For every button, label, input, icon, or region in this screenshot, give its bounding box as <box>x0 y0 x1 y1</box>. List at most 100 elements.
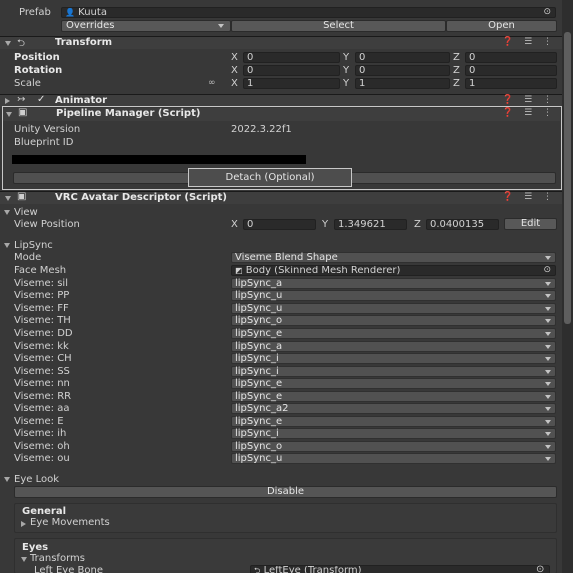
viseme-label: Viseme: kk <box>14 340 69 352</box>
descriptor-header[interactable]: ▣ VRC Avatar Descriptor (Script) ❓ ☰ ⋮ <box>0 191 562 204</box>
viseme-label: Viseme: FF <box>14 302 69 314</box>
viseme-dropdown[interactable]: lipSync_u <box>231 302 556 314</box>
viseme-value: lipSync_a2 <box>235 403 289 415</box>
viseme-row: Viseme: E lipSync_e <box>0 415 562 428</box>
scale-x-field[interactable]: 1 <box>243 77 340 89</box>
open-button[interactable]: Open <box>446 20 557 33</box>
object-picker-icon[interactable]: ⊙ <box>536 564 544 573</box>
viseme-dropdown[interactable]: lipSync_i <box>231 365 556 377</box>
transform-icon: ⮌ <box>254 566 261 573</box>
presets-icon[interactable]: ☰ <box>524 37 532 47</box>
face-mesh-field[interactable]: ◩ Body (Skinned Mesh Renderer) ⊙ <box>231 264 556 276</box>
foldout-icon[interactable] <box>4 477 10 482</box>
component-actions: ❓ ☰ ⋮ <box>502 95 552 105</box>
foldout-icon[interactable] <box>4 243 10 248</box>
position-z-field[interactable]: 0 <box>465 51 557 63</box>
viseme-dropdown[interactable]: lipSync_e <box>231 378 556 390</box>
mode-label: Mode <box>14 251 42 263</box>
viseme-dropdown[interactable]: lipSync_u <box>231 290 556 302</box>
presets-icon[interactable]: ☰ <box>524 192 532 202</box>
prefab-field[interactable]: 👤 Kuuta ⊙ <box>61 6 556 18</box>
viseme-dropdown[interactable]: lipSync_a <box>231 340 556 352</box>
position-row: Position X 0 Y 0 Z 0 <box>0 51 562 64</box>
foldout-icon[interactable] <box>6 112 12 117</box>
viseme-dropdown[interactable]: lipSync_o <box>231 440 556 452</box>
viseme-dropdown[interactable]: lipSync_e <box>231 327 556 339</box>
view-z-field[interactable]: 0.0400135 <box>426 218 499 230</box>
viseme-row: Viseme: sil lipSync_a <box>0 277 562 290</box>
menu-icon[interactable]: ⋮ <box>543 108 552 118</box>
viseme-row: Viseme: CH lipSync_i <box>0 352 562 365</box>
help-icon[interactable]: ❓ <box>502 37 513 47</box>
view-label: View <box>14 206 38 218</box>
eye-movements-label[interactable]: Eye Movements <box>30 517 110 528</box>
scrollbar[interactable] <box>562 0 573 573</box>
view-y-field[interactable]: 1.349621 <box>334 218 407 230</box>
viseme-dropdown[interactable]: lipSync_u <box>231 453 556 465</box>
chevron-down-icon <box>545 294 551 299</box>
pipeline-header[interactable]: ▣ Pipeline Manager (Script) ❓ ☰ ⋮ <box>3 107 560 121</box>
viseme-dropdown[interactable]: lipSync_a <box>231 277 556 289</box>
enabled-checkbox[interactable]: ✓ <box>37 94 45 105</box>
mode-dropdown[interactable]: Viseme Blend Shape <box>231 251 556 263</box>
view-foldout[interactable]: View <box>0 206 562 219</box>
foldout-icon[interactable] <box>5 196 11 201</box>
viseme-value: lipSync_i <box>235 428 279 440</box>
eye-look-foldout[interactable]: Eye Look <box>0 473 562 486</box>
mode-value: Viseme Blend Shape <box>235 251 338 263</box>
foldout-icon[interactable] <box>5 41 11 46</box>
viseme-dropdown[interactable]: lipSync_e <box>231 390 556 402</box>
rotation-y-field[interactable]: 0 <box>355 64 450 76</box>
scale-y-field[interactable]: 1 <box>355 77 450 89</box>
viseme-label: Viseme: TH <box>14 315 71 327</box>
position-x-field[interactable]: 0 <box>243 51 340 63</box>
chevron-down-icon <box>545 255 551 260</box>
component-actions: ❓ ☰ ⋮ <box>502 37 552 47</box>
view-x-field[interactable]: 0 <box>243 218 316 230</box>
viseme-dropdown[interactable]: lipSync_i <box>231 428 556 440</box>
view-position-row: View Position X 0 Y 1.349621 Z 0.0400135… <box>0 218 562 231</box>
foldout-icon[interactable] <box>5 98 10 104</box>
lipsync-foldout[interactable]: LipSync <box>0 239 562 252</box>
transforms-label[interactable]: Transforms <box>30 553 85 564</box>
viseme-label: Viseme: PP <box>14 290 70 302</box>
left-eye-bone-field[interactable]: ⮌ LeftEye (Transform) <box>250 565 550 573</box>
rotation-z-field[interactable]: 0 <box>465 64 557 76</box>
edit-button[interactable]: Edit <box>504 218 557 231</box>
select-button[interactable]: Select <box>231 20 446 33</box>
object-picker-icon[interactable]: ⊙ <box>543 266 551 275</box>
animator-title: Animator <box>55 95 108 106</box>
foldout-icon[interactable] <box>21 521 26 527</box>
unity-version-label: Unity Version <box>14 123 81 135</box>
viseme-dropdown[interactable]: lipSync_o <box>231 315 556 327</box>
transform-header[interactable]: ⮌ Transform ❓ ☰ ⋮ <box>0 36 562 49</box>
presets-icon[interactable]: ☰ <box>524 108 532 118</box>
object-picker-icon[interactable]: ⊙ <box>543 8 551 17</box>
position-y-field[interactable]: 0 <box>355 51 450 63</box>
menu-icon[interactable]: ⋮ <box>543 95 552 105</box>
overrides-dropdown[interactable]: Overrides <box>61 20 231 33</box>
help-icon[interactable]: ❓ <box>502 95 513 105</box>
help-icon[interactable]: ❓ <box>502 192 513 202</box>
viseme-dropdown[interactable]: lipSync_i <box>231 353 556 365</box>
disable-button[interactable]: Disable <box>14 486 557 498</box>
viseme-dropdown[interactable]: lipSync_a2 <box>231 403 556 415</box>
menu-icon[interactable]: ⋮ <box>543 192 552 202</box>
scrollbar-thumb[interactable] <box>564 32 571 324</box>
link-icon[interactable]: ∞ <box>208 78 216 88</box>
menu-icon[interactable]: ⋮ <box>543 37 552 47</box>
help-icon[interactable]: ❓ <box>502 108 513 118</box>
foldout-icon[interactable] <box>21 557 27 562</box>
rotation-x-field[interactable]: 0 <box>243 64 340 76</box>
viseme-value: lipSync_u <box>235 290 283 302</box>
viseme-label: Viseme: ou <box>14 453 70 465</box>
left-eye-bone-label: Left Eye Bone <box>34 565 104 573</box>
viseme-value: lipSync_e <box>235 378 283 390</box>
scale-z-field[interactable]: 1 <box>465 77 557 89</box>
left-eye-bone-value: LeftEye (Transform) <box>263 565 362 573</box>
presets-icon[interactable]: ☰ <box>524 95 532 105</box>
viseme-dropdown[interactable]: lipSync_e <box>231 415 556 427</box>
mode-row: Mode Viseme Blend Shape <box>0 251 562 264</box>
detach-button[interactable]: Detach (Optional) <box>188 168 352 187</box>
foldout-icon[interactable] <box>4 210 10 215</box>
